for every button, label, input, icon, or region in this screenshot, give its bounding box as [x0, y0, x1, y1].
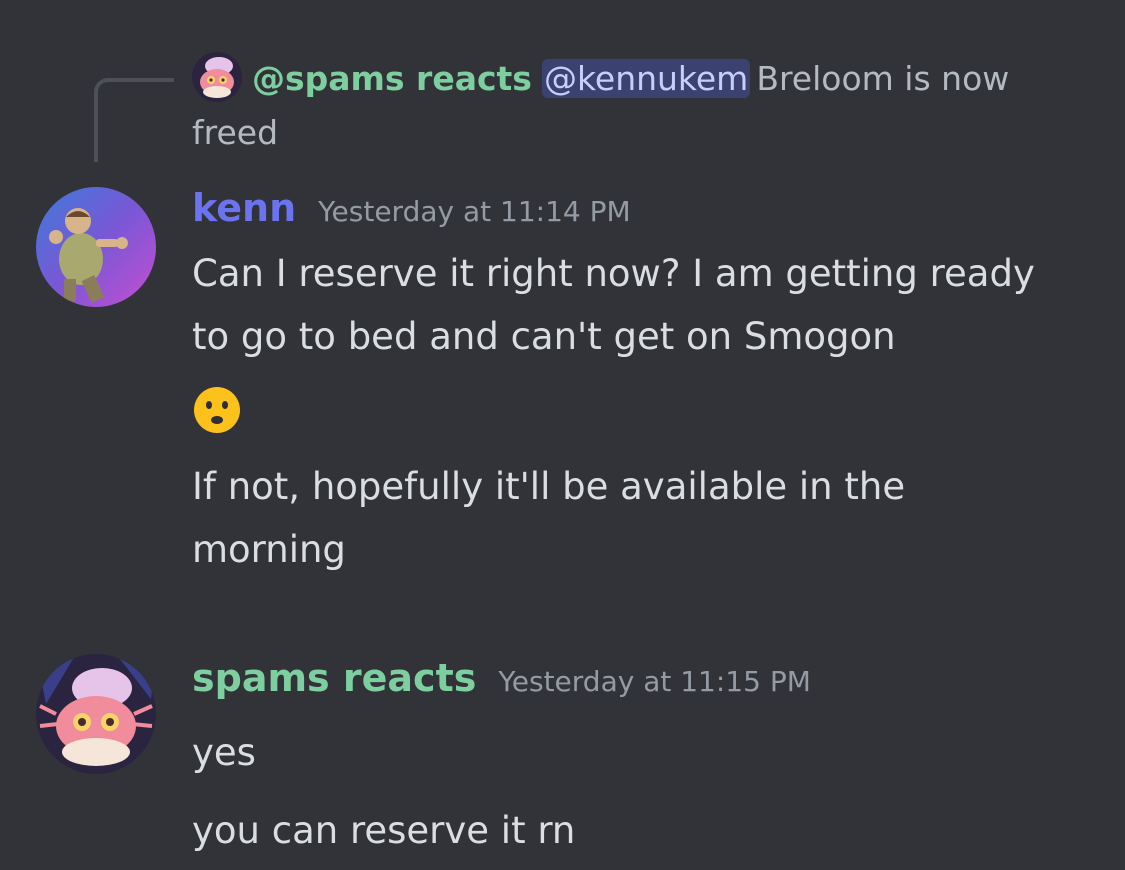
avatar-kenn[interactable] — [36, 187, 156, 307]
reply-avatar[interactable] — [192, 52, 242, 102]
message-header-kenn: kenn Yesterday at 11:14 PM — [192, 186, 631, 230]
reply-preview[interactable]: @spams reacts @kennukem Breloom is now fre… — [192, 52, 1072, 160]
message-text: Can I reserve it right now? I am getting… — [192, 252, 1035, 358]
message-text: yes — [192, 731, 256, 774]
frowning-face-emoji[interactable] — [192, 385, 242, 435]
message-text: If not, hopefully it'll be available in … — [192, 465, 906, 571]
avatar-spams-reacts[interactable] — [36, 654, 156, 774]
message-header-spams-reacts: spams reacts Yesterday at 11:15 PM — [192, 656, 811, 700]
timestamp[interactable]: Yesterday at 11:15 PM — [498, 665, 811, 698]
author-name-spams-reacts[interactable]: spams reacts — [192, 656, 476, 700]
message-emoji-line — [192, 385, 1092, 454]
user-mention[interactable]: @kennukem — [541, 59, 751, 98]
reply-author[interactable]: @spams reacts — [252, 59, 532, 98]
message-text: you can reserve it rn — [192, 809, 576, 852]
reply-connector-line — [94, 78, 174, 162]
timestamp[interactable]: Yesterday at 11:14 PM — [318, 195, 631, 228]
author-name-kenn[interactable]: kenn — [192, 186, 296, 230]
chat-area: @spams reacts @kennukem Breloom is now fre… — [0, 0, 1125, 870]
